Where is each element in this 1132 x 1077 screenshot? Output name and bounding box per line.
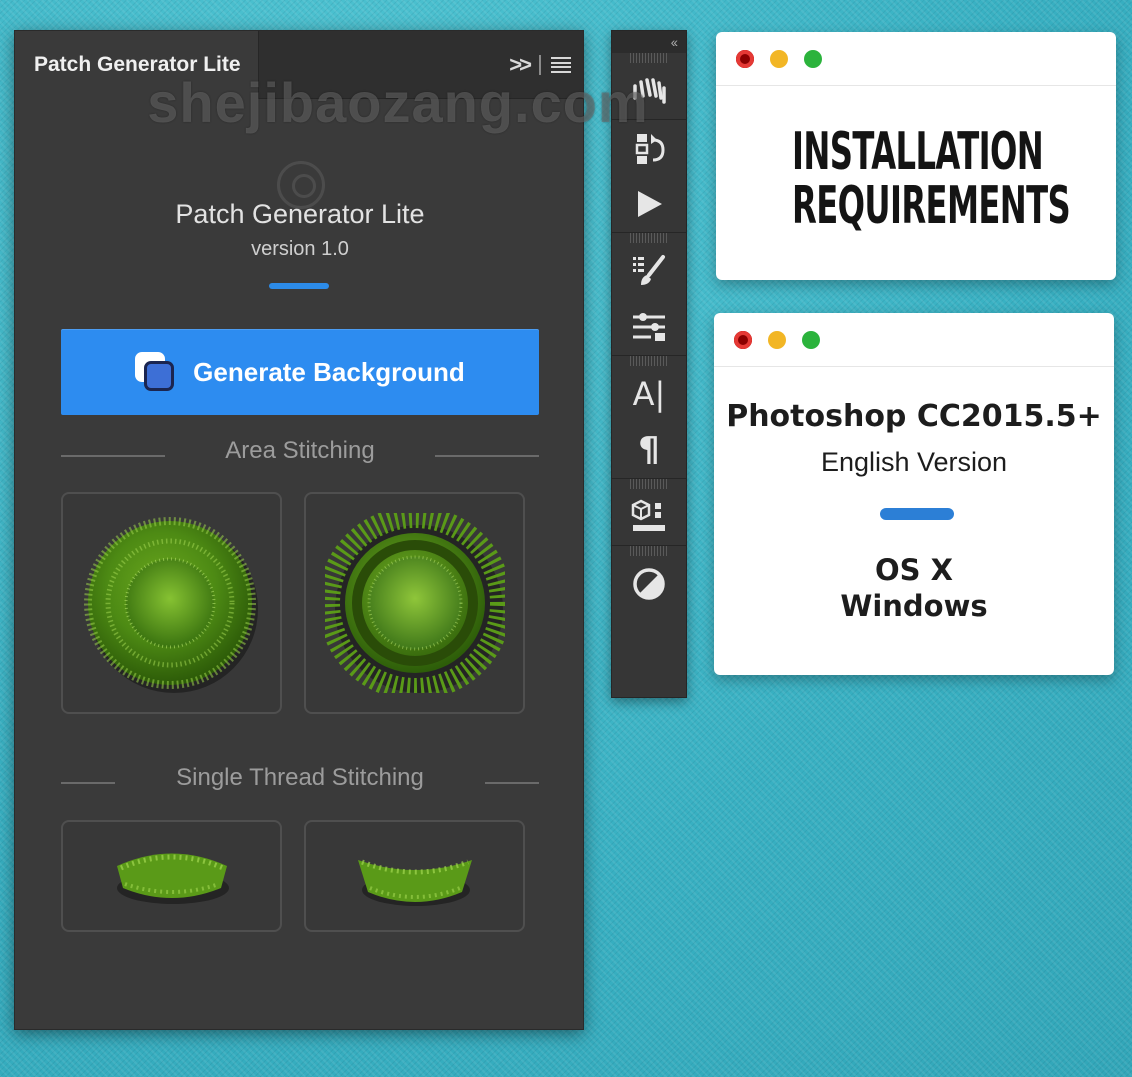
round-patch-stitch-thumb[interactable]: [61, 492, 282, 714]
plugin-version: version 1.0: [251, 238, 349, 260]
tool-group: [612, 546, 686, 612]
tool-strip: ‹‹ A| ¶: [611, 30, 687, 698]
tool-group: A| ¶: [612, 356, 686, 479]
panel-tab[interactable]: Patch Generator Lite: [15, 31, 259, 99]
drag-grip[interactable]: [630, 53, 668, 63]
drag-grip[interactable]: [630, 479, 668, 489]
drag-grip[interactable]: [630, 546, 668, 556]
language-requirement: English Version: [820, 447, 1008, 477]
close-button[interactable]: [734, 330, 752, 349]
minimize-button[interactable]: [768, 330, 786, 349]
panel-header: Patch Generator Lite >>: [15, 31, 583, 99]
panel-tools: >>: [509, 52, 571, 78]
divider: [435, 455, 539, 457]
plugin-panel: Patch Generator Lite >> Patch Generator …: [14, 30, 584, 1030]
drag-grip[interactable]: [630, 356, 668, 366]
thread-stitch-icon: [116, 853, 229, 904]
generate-background-label: Generate Background: [193, 356, 465, 387]
thread-stitch-small-thumb[interactable]: [61, 820, 282, 932]
paragraph-icon[interactable]: ¶: [612, 422, 686, 478]
close-button[interactable]: [736, 49, 754, 68]
section-area-stitching-label: Area Stitching: [225, 437, 375, 464]
requirements-title-line2: REQUIREMENTS: [792, 176, 1071, 236]
thread-stitch-arc-thumb[interactable]: [304, 820, 525, 932]
requirements-details-window: Photoshop CC2015.5+ English Version OS X…: [714, 313, 1114, 675]
sunburst-patch-icon: [324, 513, 505, 693]
adjustments-icon[interactable]: [612, 299, 686, 355]
collapse-panel-icon[interactable]: >>: [509, 52, 532, 78]
plugin-title: Patch Generator Lite: [175, 199, 425, 229]
tool-group: [612, 120, 686, 233]
tool-group: [612, 479, 686, 546]
os-requirement-1: OS X: [875, 553, 953, 587]
character-icon[interactable]: A|: [612, 366, 686, 422]
window-titlebar: [716, 32, 1116, 86]
fan-brush-icon[interactable]: [612, 63, 686, 119]
requirements-title-line1: INSTALLATION: [792, 122, 1044, 182]
generate-background-button[interactable]: Generate Background: [61, 329, 539, 415]
panel-menu-icon[interactable]: [551, 57, 571, 73]
round-patch-icon: [83, 517, 258, 693]
divider: [539, 55, 541, 75]
sunburst-patch-stitch-thumb[interactable]: [304, 492, 525, 714]
app-requirement: Photoshop CC2015.5+: [726, 399, 1102, 434]
os-requirement-2: Windows: [840, 589, 988, 623]
maximize-button[interactable]: [802, 330, 820, 349]
drag-grip[interactable]: [630, 233, 668, 243]
contrast-icon[interactable]: [612, 556, 686, 612]
thread-stitch-arc-icon: [357, 859, 472, 906]
3d-icon[interactable]: [612, 489, 686, 545]
divider: [485, 782, 539, 784]
section-single-thread-label: Single Thread Stitching: [176, 764, 424, 791]
window-titlebar: [714, 313, 1114, 367]
collapse-toolbar-icon[interactable]: ‹‹: [612, 31, 686, 53]
brush-presets-icon[interactable]: [612, 243, 686, 299]
tool-group: [612, 53, 686, 120]
accent-bar: [880, 508, 954, 520]
minimize-button[interactable]: [770, 49, 788, 68]
tool-group: [612, 233, 686, 356]
requirements-window: INSTALLATION REQUIREMENTS: [716, 32, 1116, 280]
play-icon[interactable]: [612, 176, 686, 232]
layers-icon: [135, 352, 175, 392]
history-icon[interactable]: [612, 120, 686, 176]
maximize-button[interactable]: [804, 49, 822, 68]
accent-bar: [269, 283, 329, 289]
